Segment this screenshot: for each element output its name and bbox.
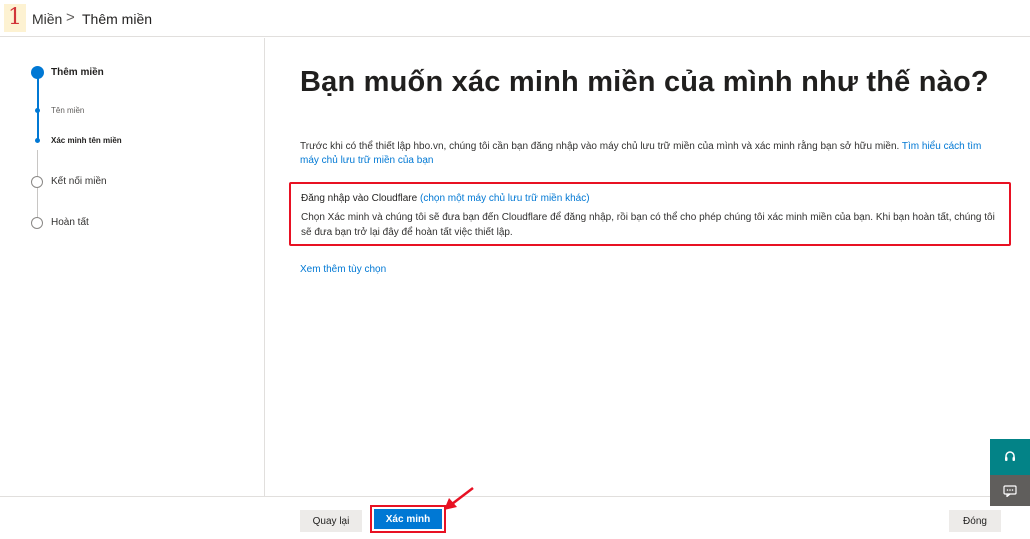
page-title: Bạn muốn xác minh miền của mình như thế … (300, 66, 989, 98)
provider-option-card: Đăng nhập vào Cloudflare (chọn một máy c… (289, 182, 1011, 246)
step-add-domain: Thêm miền (51, 67, 104, 78)
add-domain-wizard-page: 1 Miền > Thêm miền Thêm miền Tên miền Xá… (0, 0, 1030, 539)
breadcrumb-current: Thêm miền (82, 11, 153, 27)
chat-icon (1003, 484, 1017, 497)
step-finish: Hoàn tất (51, 217, 89, 228)
more-options-link[interactable]: Xem thêm tùy chọn (300, 264, 386, 275)
substep-verify-domain: Xác minh tên miền (51, 136, 122, 145)
provider-title: Đăng nhập vào Cloudflare (301, 193, 418, 204)
progress-line (37, 72, 39, 140)
step-pending-circle (31, 176, 43, 188)
intro-text: Trước khi có thể thiết lập hbo.vn, chúng… (300, 140, 1000, 168)
breadcrumb-domains-link[interactable]: Miền (32, 11, 62, 27)
chevron-right-icon: > (66, 9, 75, 26)
step-current-dot (31, 66, 44, 79)
wizard-steps-panel: Thêm miền Tên miền Xác minh tên miền Kết… (0, 38, 265, 496)
substep-domain-name: Tên miền (51, 106, 85, 115)
back-button[interactable]: Quay lại (300, 510, 362, 532)
arrow-annotation-icon (444, 487, 474, 510)
provider-description: Chọn Xác minh và chúng tôi sẽ đưa bạn đế… (301, 212, 995, 238)
substep-dot (35, 138, 40, 143)
substep-dot (35, 108, 40, 113)
step-connect-domain: Kết nối miền (51, 176, 107, 187)
step-pending-circle (31, 217, 43, 229)
provider-title-row: Đăng nhập vào Cloudflare (chọn một máy c… (301, 193, 1009, 204)
feedback-button[interactable] (990, 475, 1030, 506)
intro-body: Trước khi có thể thiết lập hbo.vn, chúng… (300, 141, 902, 152)
step-number-annotation: 1 (4, 4, 26, 32)
headset-icon (1005, 451, 1015, 461)
verify-button[interactable]: Xác minh (374, 509, 442, 529)
support-button[interactable] (990, 439, 1030, 475)
breadcrumb: 1 Miền > Thêm miền (0, 0, 1030, 37)
wizard-footer (0, 496, 1030, 539)
change-host-link[interactable]: (chọn một máy chủ lưu trữ miền khác) (420, 193, 590, 204)
close-button[interactable]: Đóng (949, 510, 1001, 532)
